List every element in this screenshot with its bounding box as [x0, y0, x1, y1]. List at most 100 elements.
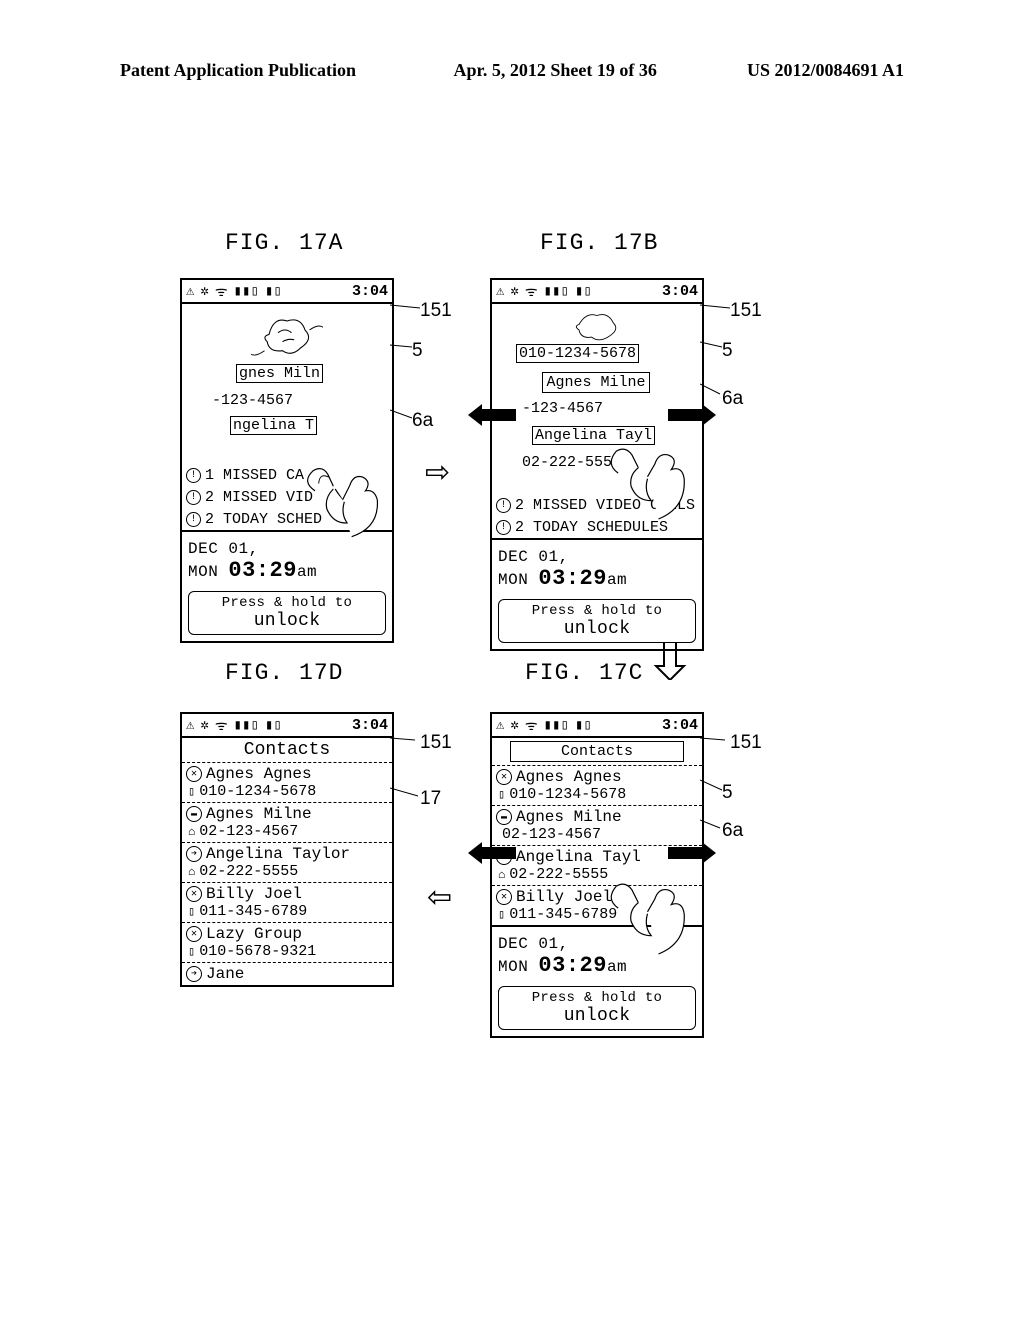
header-mid: Apr. 5, 2012 Sheet 19 of 36	[413, 60, 746, 81]
figure-label-17b: FIG. 17B	[540, 230, 658, 256]
phone-screen-17c: ⚠ ✲ ᯤ ▮▮▯ ▮▯ 3:04 Contacts ✕Agnes Agnes▯…	[490, 712, 704, 1038]
contact-row[interactable]: ✕Billy Joel▯011-345-6789	[492, 886, 702, 925]
phone-type-icon: ▯	[188, 904, 195, 919]
number-1: 010-1234-5678	[516, 344, 639, 363]
missed-video-row: !2 MISSED VID	[182, 486, 392, 508]
bluetooth-icon: ✲	[200, 717, 208, 734]
leader-lines-b	[700, 290, 735, 420]
contact-phone: 02-222-5555	[199, 863, 298, 880]
contact-phone: 010-1234-5678	[199, 783, 316, 800]
contact-name: Agnes Milne	[206, 805, 312, 823]
call-status-icon: ✕	[186, 766, 202, 782]
warning-icon: ⚠	[186, 283, 194, 300]
phone-type-icon: ⌂	[188, 865, 195, 879]
contact-row[interactable]: ▬Agnes Milne02-123-4567	[492, 806, 702, 846]
wifi-icon: ᯤ	[215, 282, 228, 301]
phone-type-icon: ⌂	[188, 825, 195, 839]
warning-icon: ⚠	[186, 717, 194, 734]
expand-arrow-left	[468, 404, 516, 426]
leader-lines-a	[390, 290, 425, 430]
status-time: 3:04	[662, 717, 698, 734]
contact-name: Agnes Milne	[516, 808, 622, 826]
call-status-icon: ➔	[186, 966, 202, 982]
date-time: DEC 01, MON 03:29am	[492, 925, 702, 984]
leader-lines-d	[390, 720, 430, 810]
contact-row[interactable]: ✕Billy Joel ▯ 011-345-6789	[182, 883, 392, 923]
contacts-title-box: Contacts	[510, 741, 684, 762]
call-status-icon: ▬	[496, 809, 512, 825]
contact-phone: 011-345-6789	[199, 903, 307, 920]
contact-row[interactable]: ➔Angelina Taylor ⌂ 02-222-5555	[182, 843, 392, 883]
missed-video-row: !2 MISSED VIDEO CALLS	[492, 494, 702, 516]
number-fragment-2: -123-4567	[522, 400, 603, 417]
status-time: 3:04	[662, 283, 698, 300]
phone-screen-17a: ⚠ ✲ ᯤ ▮▮▯ ▮▯ 3:04 gnes Miln -123-4567 ng…	[180, 278, 394, 643]
phone-screen-17d: ⚠ ✲ ᯤ ▮▮▯ ▮▯ 3:04 Contacts ✕Agnes Agnes▯…	[180, 712, 394, 987]
status-time: 3:04	[352, 717, 388, 734]
wifi-icon: ᯤ	[525, 716, 538, 735]
contact-name: Angelina Taylor	[206, 845, 350, 863]
battery-icon: ▮▯	[265, 283, 282, 300]
contact-name: Lazy Group	[206, 925, 302, 943]
call-status-icon: ▬	[186, 806, 202, 822]
contact-phone: 010-1234-5678	[509, 786, 626, 803]
signal-icon: ▮▮▯	[234, 283, 259, 300]
contact-row[interactable]: ✕Lazy Group▯010-5678-9321	[182, 923, 392, 963]
leader-lines-c	[700, 720, 735, 850]
header-left: Patent Application Publication	[120, 60, 413, 81]
contacts-title: Contacts	[182, 738, 392, 763]
warning-icon: ⚠	[496, 283, 504, 300]
name-1: Agnes Milne	[542, 372, 650, 393]
wifi-icon: ᯤ	[215, 716, 228, 735]
contact-row[interactable]: ▬Agnes Milne ⌂ 02-123-4567	[182, 803, 392, 843]
status-bar: ⚠ ✲ ᯤ ▮▮▯ ▮▯ 3:04	[182, 714, 392, 738]
call-status-icon: ➔	[186, 846, 202, 862]
contact-phone: 02-123-4567	[199, 823, 298, 840]
signal-icon: ▮▮▯	[234, 717, 259, 734]
unlock-button[interactable]: Press & hold to unlock	[188, 591, 386, 635]
phone-type-icon: ▯	[498, 787, 505, 802]
battery-icon: ▮▯	[265, 717, 282, 734]
expand-arrow-left-c	[468, 842, 516, 864]
date-time: DEC 01, MON 03:29am	[492, 538, 702, 597]
contact-row[interactable]: ✕Agnes Agnes▯010-1234-5678	[182, 763, 392, 803]
call-status-icon: ✕	[186, 886, 202, 902]
rose-illustration	[492, 304, 702, 344]
schedule-row: !2 TODAY SCHED	[182, 508, 392, 530]
bluetooth-icon: ✲	[510, 283, 518, 300]
alert-icon: !	[186, 490, 201, 505]
wifi-icon: ᯤ	[525, 282, 538, 301]
phone-type-icon: ▯	[188, 944, 195, 959]
contact-name: Billy Joel	[206, 885, 302, 903]
rose-illustration	[182, 304, 392, 364]
contact-row[interactable]: ✕Agnes Agnes▯010-1234-5678	[492, 766, 702, 806]
bluetooth-icon: ✲	[200, 283, 208, 300]
call-status-icon: ✕	[186, 926, 202, 942]
header-right: US 2012/0084691 A1	[747, 60, 904, 81]
contact-phone: 02-123-4567	[502, 826, 601, 843]
unlock-button[interactable]: Press & hold to unlock	[498, 599, 696, 643]
figure-label-17a: FIG. 17A	[225, 230, 343, 256]
name-fragment-1: gnes Miln	[236, 364, 323, 383]
call-status-icon: ✕	[496, 889, 512, 905]
contact-name: Billy Joel	[516, 888, 612, 906]
warning-icon: ⚠	[496, 717, 504, 734]
transition-arrow-left: ⇦	[427, 880, 452, 915]
contact-name: Agnes Agnes	[516, 768, 622, 786]
phone-screen-17b: ⚠ ✲ ᯤ ▮▮▯ ▮▯ 3:04 010-1234-5678 Agnes Mi…	[490, 278, 704, 651]
page-header: Patent Application Publication Apr. 5, 2…	[0, 0, 1024, 91]
contact-name: Angelina Tayl	[516, 848, 641, 866]
unlock-button[interactable]: Press & hold to unlock	[498, 986, 696, 1030]
bluetooth-icon: ✲	[510, 717, 518, 734]
name-2: Angelina Tayl	[532, 426, 655, 445]
status-bar: ⚠ ✲ ᯤ ▮▮▯ ▮▯ 3:04	[182, 280, 392, 304]
contact-row[interactable]: ➔Jane	[182, 963, 392, 985]
figure-label-17c: FIG. 17C	[525, 660, 643, 686]
phone-type-icon: ▯	[188, 784, 195, 799]
contact-phone: 02-222-5555	[509, 866, 608, 883]
date-time: DEC 01, MON 03:29am	[182, 530, 392, 589]
alert-icon: !	[186, 468, 201, 483]
signal-icon: ▮▮▯	[544, 717, 569, 734]
down-arrow-icon	[650, 640, 690, 680]
figure-label-17d: FIG. 17D	[225, 660, 343, 686]
